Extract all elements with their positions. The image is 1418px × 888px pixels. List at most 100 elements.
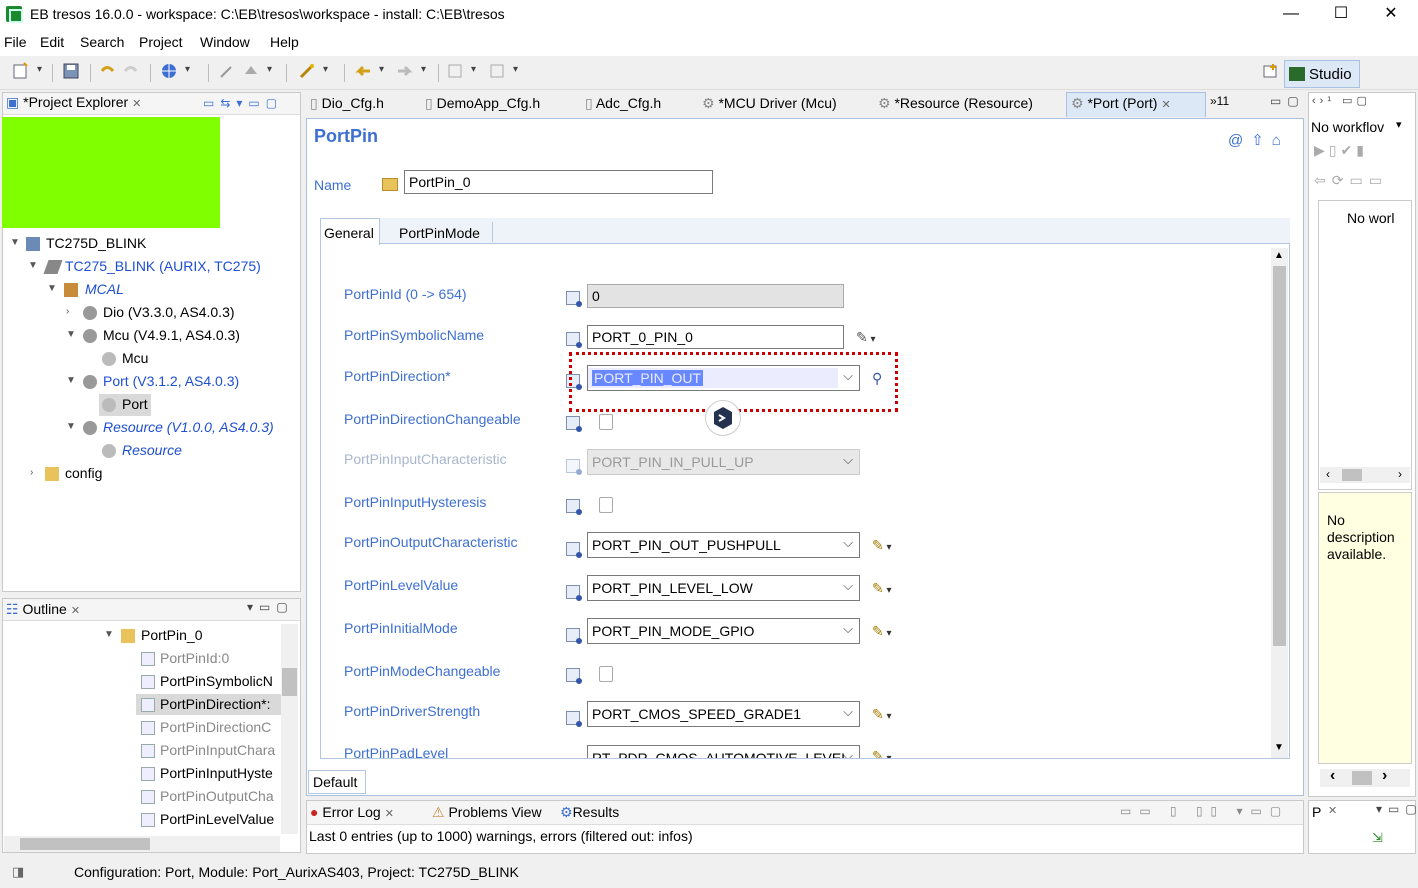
outline-item[interactable]: PortPinLevelValue — [160, 811, 274, 827]
workflow-selector[interactable]: No workflov — [1311, 119, 1384, 135]
tree-item-config[interactable]: config — [65, 465, 102, 481]
tree-item-tc275d-blink[interactable]: TC275D_BLINK — [46, 235, 146, 251]
subtab-portpinmode[interactable]: PortPinMode — [399, 225, 480, 241]
menu-window[interactable]: Window — [200, 34, 250, 50]
outline-item[interactable]: PortPinDirectionC — [160, 719, 271, 735]
close-icon[interactable]: ✕ — [1328, 804, 1337, 817]
back-icon[interactable] — [354, 62, 384, 82]
expand-arrow-icon[interactable]: ▼ — [66, 375, 76, 386]
portpininitialmode-select[interactable]: PORT_PIN_MODE_GPIO — [587, 618, 860, 644]
menu-help[interactable]: Help — [270, 34, 299, 50]
outline-item[interactable]: PortPinInputChara — [160, 742, 275, 758]
expand-arrow-icon[interactable]: ▼ — [28, 260, 38, 271]
calc-icon[interactable]: ✎ — [856, 329, 876, 346]
tree-item-mcal[interactable]: MCAL — [85, 281, 124, 297]
portpinsymbolicname-input[interactable]: PORT_0_PIN_0 — [587, 325, 844, 349]
outline-horizontal-scrollbar[interactable] — [4, 836, 280, 852]
tab-project-explorer[interactable]: ▣ *Project Explorer ✕ — [6, 94, 141, 116]
scrollbar-thumb[interactable] — [1352, 771, 1372, 785]
properties-view-controls[interactable]: ▾▭▢ — [1376, 802, 1418, 816]
tab-resource[interactable]: ⚙ *Resource (Resource) — [878, 95, 1033, 117]
tree-item-resource[interactable]: Resource — [122, 442, 182, 458]
pencil-icon[interactable]: ✎ — [872, 580, 892, 597]
outline-item[interactable]: PortPinInputHyste — [160, 765, 273, 781]
tree-item-resource-module[interactable]: Resource (V1.0.0, AS4.0.3) — [103, 419, 274, 435]
tab-problems-view[interactable]: ⚠ Problems View — [432, 804, 542, 826]
portpinpadlevel-select[interactable]: RT_PDR_CMOS_AUTOMOTIVE_LEVEL — [587, 745, 860, 758]
outline-item[interactable]: PortPinOutputCha — [160, 788, 274, 804]
subtab-general[interactable]: General — [324, 225, 374, 241]
close-button[interactable]: ✕ — [1376, 4, 1406, 26]
tab-error-log[interactable]: ● Error Log ✕ — [310, 804, 394, 826]
outline-item[interactable]: PortPinDirection*: — [160, 696, 271, 712]
expand-arrow-icon[interactable]: ▼ — [66, 329, 76, 340]
outline-item-portpin[interactable]: PortPin_0 — [141, 627, 202, 643]
open-perspective-icon[interactable] — [1262, 62, 1282, 82]
menu-file[interactable]: File — [4, 34, 27, 50]
tree-item-dio[interactable]: Dio (V3.3.0, AS4.0.3) — [103, 304, 235, 320]
minimize-button[interactable]: — — [1276, 4, 1306, 26]
close-icon[interactable]: ✕ — [385, 808, 394, 820]
generate-icon[interactable] — [242, 62, 272, 82]
build-icon[interactable] — [218, 62, 238, 82]
pencil-icon[interactable]: ✎ — [872, 748, 892, 758]
tab-demoapp-cfg[interactable]: ▯ DemoApp_Cfg.h — [425, 95, 540, 117]
wand-icon[interactable] — [298, 62, 328, 82]
view-menu-icons[interactable]: ▭⇆▾▭▢ — [203, 96, 283, 110]
undo-icon[interactable] — [98, 62, 118, 82]
maximize-button[interactable]: ☐ — [1326, 4, 1356, 26]
chevron-down-icon[interactable]: ▾ — [1396, 118, 1402, 131]
pencil-icon[interactable]: ✎ — [872, 706, 892, 723]
portpindirectionchangeable-checkbox[interactable] — [599, 414, 613, 430]
expand-arrow-icon[interactable]: ▼ — [66, 421, 76, 432]
workflow-horizontal-scrollbar[interactable]: ‹ › — [1320, 467, 1410, 483]
scroll-left-icon[interactable]: ‹ — [1326, 467, 1330, 481]
tree-item-tc275-blink[interactable]: TC275_BLINK (AURIX, TC275) — [65, 258, 261, 274]
scrollbar-thumb[interactable] — [282, 668, 297, 696]
workflow-nav-toolbar[interactable]: ⇦⟳▭▭ — [1314, 172, 1388, 189]
tab-mcu-driver[interactable]: ⚙ *MCU Driver (Mcu) — [702, 95, 837, 117]
tab-adc-cfg[interactable]: ▯ Adc_Cfg.h — [585, 95, 661, 117]
collapse-arrow-icon[interactable]: › — [30, 467, 33, 478]
close-icon[interactable]: ✕ — [132, 98, 141, 110]
portpindriverstrength-select[interactable]: PORT_CMOS_SPEED_GRADE1 — [587, 701, 860, 727]
save-icon[interactable] — [62, 62, 82, 82]
name-input[interactable]: PortPin_0 — [404, 170, 713, 194]
outline-item[interactable]: PortPinSymbolicN — [160, 673, 273, 689]
editor-tab-overflow[interactable]: »11 — [1210, 94, 1229, 108]
tree-item-mcu[interactable]: Mcu — [122, 350, 148, 366]
perspective-studio-button[interactable]: Studio — [1284, 60, 1360, 88]
tab-properties[interactable]: P — [1312, 804, 1321, 820]
portpinlevelvalue-select[interactable]: PORT_PIN_LEVEL_LOW — [587, 575, 860, 601]
scrollbar-thumb[interactable] — [1342, 469, 1362, 481]
scroll-left-icon[interactable]: ‹ — [1330, 767, 1335, 785]
expand-arrow-icon[interactable]: ▼ — [47, 283, 57, 294]
collapse-arrow-icon[interactable]: › — [66, 306, 69, 317]
scroll-right-icon[interactable]: › — [1398, 467, 1402, 481]
tab-port[interactable]: ⚙ *Port (Port) ✕ — [1071, 95, 1171, 117]
outline-item[interactable]: PortPinId:0 — [160, 650, 229, 666]
tree-item-port[interactable]: Port — [122, 396, 148, 412]
close-icon[interactable]: ✕ — [71, 605, 80, 617]
portpinoutputcharacteristic-select[interactable]: PORT_PIN_OUT_PUSHPULL — [587, 532, 860, 558]
editor-vertical-scrollbar[interactable]: ▲ ▼ — [1271, 248, 1288, 758]
export-icon[interactable] — [488, 62, 518, 82]
scrollbar-thumb[interactable] — [20, 838, 150, 850]
tab-results[interactable]: ⚙Results — [560, 804, 619, 826]
floating-assistant-button[interactable] — [705, 400, 741, 436]
import-icon[interactable] — [446, 62, 476, 82]
tree-item-mcu-module[interactable]: Mcu (V4.9.1, AS4.0.3) — [103, 327, 240, 343]
description-horizontal-scrollbar[interactable]: ‹ › — [1320, 767, 1410, 787]
menu-search[interactable]: Search — [80, 34, 124, 50]
pencil-icon[interactable]: ✎ — [872, 537, 892, 554]
workflow-tab-controls[interactable]: ‹›¹ ▭▢ — [1312, 94, 1371, 107]
expand-arrow-icon[interactable]: ▼ — [104, 629, 114, 640]
pencil-icon[interactable]: ✎ — [872, 623, 892, 640]
new-icon[interactable] — [12, 62, 42, 82]
scrollbar-thumb[interactable] — [1273, 266, 1286, 646]
portpininputhysteresis-checkbox[interactable] — [599, 497, 613, 513]
scroll-up-icon[interactable]: ▲ — [1274, 250, 1284, 261]
pin-icon[interactable]: ⇲ — [1372, 830, 1383, 846]
error-log-toolbar[interactable]: ▭▭ ▯ ▯▯ ▾▭▢ — [1120, 804, 1289, 818]
scroll-right-icon[interactable]: › — [1382, 767, 1387, 785]
